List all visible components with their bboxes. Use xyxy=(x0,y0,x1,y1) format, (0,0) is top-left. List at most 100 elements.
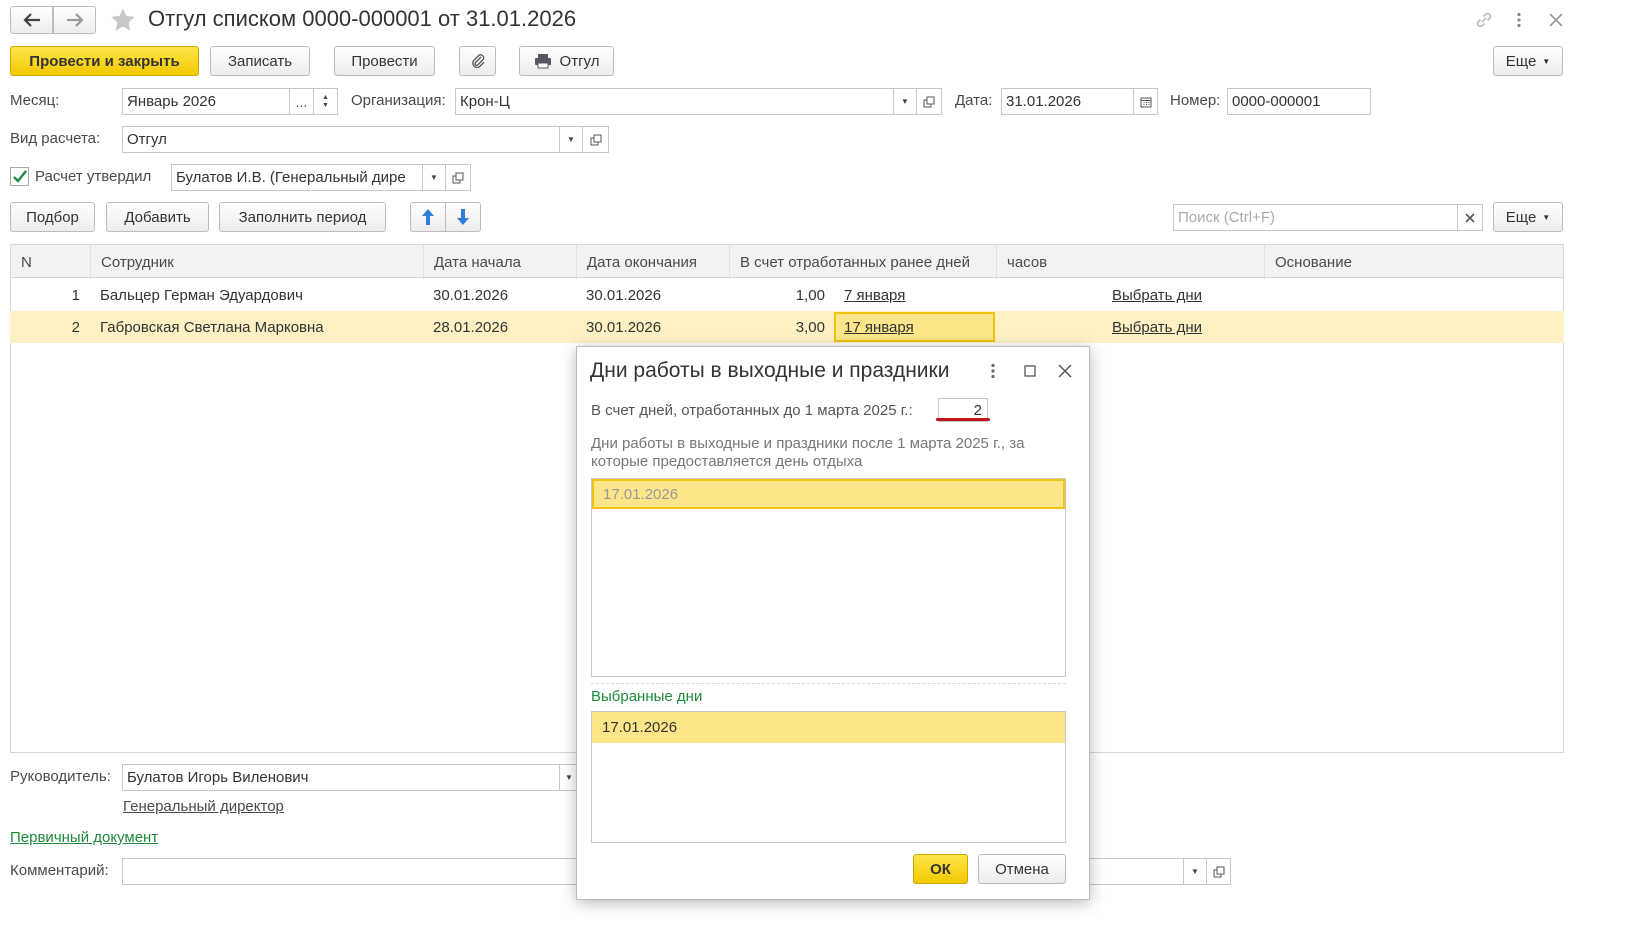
row-days-link[interactable]: 7 января xyxy=(844,279,905,311)
red-underline-mark xyxy=(936,418,990,421)
fill-period-button[interactable]: Заполнить период xyxy=(219,202,386,232)
row-employee: Бальцер Герман Эдуардович xyxy=(100,286,303,304)
dropdown-arrow-icon: ▼ xyxy=(1191,867,1199,876)
dialog-maximize-icon[interactable] xyxy=(1020,361,1040,381)
date-input[interactable]: 31.01.2026 xyxy=(1001,88,1134,115)
col-header-end[interactable]: Дата окончания xyxy=(577,245,730,279)
row-end: 30.01.2026 xyxy=(586,318,662,336)
link-icon[interactable] xyxy=(1473,10,1495,30)
workdays-dialog: Дни работы в выходные и праздники В счет… xyxy=(576,346,1090,900)
month-input[interactable]: Январь 2026 xyxy=(122,88,290,115)
post-and-close-button[interactable]: Провести и закрыть xyxy=(10,46,199,76)
month-stepper[interactable]: ▲ ▼ xyxy=(313,88,338,115)
calc-type-label: Вид расчета: xyxy=(10,130,101,147)
dialog-menu-dots-icon[interactable] xyxy=(985,361,1001,381)
print-button[interactable]: Отгул xyxy=(519,46,614,76)
selected-days-label: Выбранные дни xyxy=(591,688,703,705)
dropdown-arrow-icon: ▼ xyxy=(1542,56,1551,66)
organization-input[interactable]: Крон-Ц xyxy=(455,88,894,115)
ok-button[interactable]: ОК xyxy=(913,854,968,884)
arrow-down-icon xyxy=(457,209,469,225)
date-calendar-button[interactable] xyxy=(1133,88,1158,115)
open-window-icon xyxy=(1213,866,1224,877)
calc-type-dropdown-button[interactable]: ▼ xyxy=(559,126,583,153)
table-more-button[interactable]: Еще ▼ xyxy=(1493,202,1563,232)
row-hours-link[interactable]: Выбрать дни xyxy=(1112,279,1202,311)
dialog-title: Дни работы в выходные и праздники xyxy=(590,359,950,382)
primary-document-link[interactable]: Первичный документ xyxy=(10,829,158,846)
approved-checkbox[interactable] xyxy=(10,167,29,186)
dropdown-arrow-icon: ▼ xyxy=(565,773,573,782)
table-row[interactable]: 1 Бальцер Герман Эдуардович 30.01.2026 3… xyxy=(10,279,1564,311)
row-end: 30.01.2026 xyxy=(586,286,662,304)
month-select-button[interactable]: ... xyxy=(289,88,314,115)
post-button[interactable]: Провести xyxy=(334,46,435,76)
search-clear-button[interactable] xyxy=(1457,204,1483,231)
clear-x-icon xyxy=(1465,212,1475,223)
approved-by-open-button[interactable] xyxy=(445,164,471,191)
list-item-text: 17.01.2026 xyxy=(603,485,679,503)
row-employee: Габровская Светлана Марковна xyxy=(100,318,324,336)
organization-label: Организация: xyxy=(351,92,446,109)
attach-button[interactable] xyxy=(459,46,496,76)
save-button[interactable]: Записать xyxy=(210,46,310,76)
open-window-icon xyxy=(452,172,464,183)
organization-dropdown-button[interactable]: ▼ xyxy=(893,88,917,115)
col-header-basis[interactable]: Основание xyxy=(1265,245,1563,279)
row-days: 3,00 xyxy=(795,318,825,336)
select-button[interactable]: Подбор xyxy=(10,202,95,232)
table-more-label: Еще xyxy=(1505,208,1537,226)
approved-by-dropdown-button[interactable]: ▼ xyxy=(422,164,446,191)
search-placeholder: Поиск (Ctrl+F) xyxy=(1178,209,1275,226)
back-button[interactable] xyxy=(10,6,53,34)
move-down-button[interactable] xyxy=(445,202,481,232)
approved-by-input[interactable]: Булатов И.В. (Генеральный дире xyxy=(171,164,423,191)
calc-type-input[interactable]: Отгул xyxy=(122,126,560,153)
calc-type-open-button[interactable] xyxy=(582,126,609,153)
month-label: Месяц: xyxy=(10,92,60,109)
dropdown-arrow-icon: ▼ xyxy=(1542,212,1551,222)
print-button-label: Отгул xyxy=(559,52,600,70)
calendar-icon xyxy=(1140,97,1151,107)
row-hours-link[interactable]: Выбрать дни xyxy=(1112,311,1202,343)
selected-days-list[interactable]: 17.01.2026 xyxy=(591,711,1066,843)
col-header-hours[interactable]: часов xyxy=(997,245,1265,279)
close-icon[interactable] xyxy=(1546,10,1566,30)
table-header: N Сотрудник Дата начала Дата окончания В… xyxy=(10,244,1564,279)
manager-input[interactable]: Булатов Игорь Виленович xyxy=(122,764,560,791)
table-row[interactable]: 2 Габровская Светлана Марковна 28.01.202… xyxy=(10,311,1564,343)
forward-button[interactable] xyxy=(53,6,96,34)
row-n: 2 xyxy=(71,318,80,336)
comment-open-button[interactable] xyxy=(1206,858,1231,885)
move-up-button[interactable] xyxy=(410,202,446,232)
organization-open-button[interactable] xyxy=(916,88,942,115)
comment-label: Комментарий: xyxy=(10,862,109,879)
cancel-button[interactable]: Отмена xyxy=(978,854,1066,884)
favorite-star-icon[interactable] xyxy=(108,5,138,35)
more-button[interactable]: Еще ▼ xyxy=(1493,46,1563,76)
dialog-close-icon[interactable] xyxy=(1055,361,1075,381)
arrow-right-icon xyxy=(66,13,84,27)
after-march-list[interactable]: 17.01.2026 xyxy=(591,478,1066,677)
dropdown-arrow-icon: ▼ xyxy=(901,97,909,106)
list-item[interactable]: 17.01.2026 xyxy=(592,479,1065,509)
row-days: 1,00 xyxy=(795,286,825,304)
list-item[interactable]: 17.01.2026 xyxy=(592,712,1065,743)
col-header-days[interactable]: В счет отработанных ранее дней xyxy=(730,245,997,279)
menu-dots-icon[interactable] xyxy=(1510,10,1528,30)
add-button[interactable]: Добавить xyxy=(106,202,209,232)
search-input[interactable]: Поиск (Ctrl+F) xyxy=(1173,204,1458,231)
page-title: Отгул списком 0000-000001 от 31.01.2026 xyxy=(148,6,577,31)
manager-position-link[interactable]: Генеральный директор xyxy=(123,798,284,815)
open-window-icon xyxy=(590,134,601,145)
col-header-n[interactable]: N xyxy=(11,245,91,279)
col-header-start[interactable]: Дата начала xyxy=(424,245,577,279)
open-window-icon xyxy=(923,96,935,107)
row-days-link[interactable]: 17 января xyxy=(844,311,914,343)
col-header-employee[interactable]: Сотрудник xyxy=(91,245,424,279)
number-input[interactable]: 0000-000001 xyxy=(1227,88,1371,115)
row-start: 30.01.2026 xyxy=(433,286,509,304)
comment-dropdown-button[interactable]: ▼ xyxy=(1183,858,1207,885)
row-start: 28.01.2026 xyxy=(433,318,509,336)
after-march-label: Дни работы в выходные и праздники после … xyxy=(591,435,1025,470)
